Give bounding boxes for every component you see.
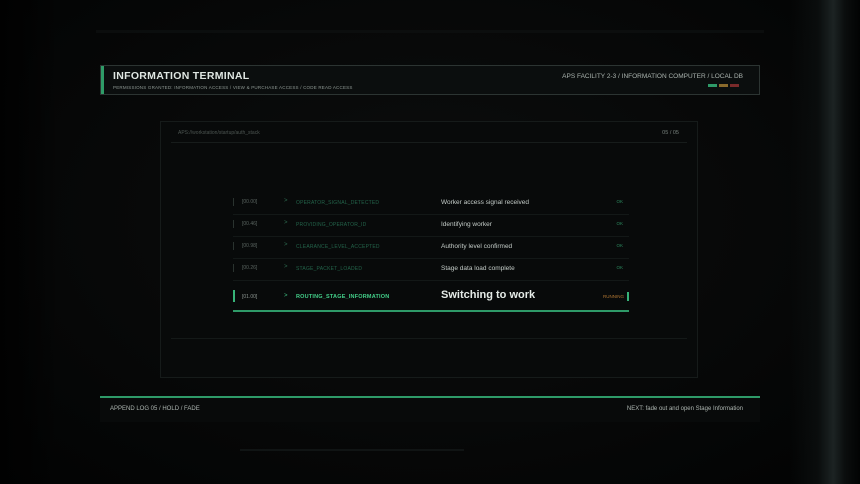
status-indicator-green [708,84,717,87]
log-code: STAGE_PACKET_LOADED [296,266,363,272]
next-action-hint: NEXT: fade out and open Stage Informatio… [626,406,743,412]
chevron-right-icon: > [284,264,288,270]
log-list: [00.00] > OPERATOR_SIGNAL_DETECTED Worke… [233,193,629,312]
log-row: [00.98] > CLEARANCE_LEVEL_ACCEPTED Autho… [233,237,629,259]
running-status: RUNNING [603,294,624,299]
chevron-right-icon: > [284,242,288,248]
bottom-strip [240,449,464,451]
status-indicator-amber [719,84,728,87]
log-description: Worker access signal received [441,199,530,206]
top-strip [96,30,764,33]
row-marker [233,220,234,228]
step-counter: 05 / 05 [662,130,679,136]
terminal-footer: APPEND LOG 05 / HOLD / FADE NEXT: fade o… [100,396,760,422]
chevron-right-icon: > [284,293,288,299]
location-breadcrumb: APS FACILITY 2-3 / INFORMATION COMPUTER … [562,73,743,80]
log-description: Authority level confirmed [441,243,513,250]
log-time: [00.00] [242,199,258,205]
header-accent-bar [101,66,104,94]
panel-header: APS://workstation/startup/auth_stack 05 … [171,122,687,143]
log-description: Stage data load complete [441,265,515,272]
log-state: OK [616,265,623,270]
row-marker [233,198,234,206]
append-log-status: APPEND LOG 05 / HOLD / FADE [110,406,200,412]
chevron-right-icon: > [284,198,288,204]
log-time: [01.00] [242,294,258,300]
active-row-marker [233,290,235,302]
log-time: [00.26] [242,265,258,271]
chevron-right-icon: > [284,220,288,226]
log-state: OK [616,243,623,248]
left-bezel-shadow [0,0,60,484]
log-state: OK [616,221,623,226]
log-time: [00.98] [242,243,258,249]
log-panel: APS://workstation/startup/auth_stack 05 … [160,121,698,378]
log-code: PROVIDING_OPERATOR_ID [296,222,367,228]
permissions-line: PERMISSIONS GRANTED: INFORMATION ACCESS … [113,85,353,90]
row-marker [233,264,234,272]
log-description: Identifying worker [441,221,492,228]
log-code: OPERATOR_SIGNAL_DETECTED [296,200,380,206]
right-bezel [790,0,860,484]
log-row: [00.26] > STAGE_PACKET_LOADED Stage data… [233,259,629,281]
terminal-title: INFORMATION TERMINAL [113,70,250,82]
log-state: OK [616,199,623,204]
active-log-description: Switching to work [441,289,536,301]
panel-path: APS://workstation/startup/auth_stack [178,130,260,136]
terminal-header: INFORMATION TERMINAL PERMISSIONS GRANTED… [100,65,760,95]
status-indicators [708,84,739,87]
status-indicator-red [730,84,739,87]
log-time: [00.46] [242,221,258,227]
log-code: ROUTING_STAGE_INFORMATION [296,294,390,300]
log-row: [00.00] > OPERATOR_SIGNAL_DETECTED Worke… [233,193,629,215]
log-code: CLEARANCE_LEVEL_ACCEPTED [296,244,380,250]
active-log-row: [01.00] > ROUTING_STAGE_INFORMATION Swit… [233,286,629,312]
row-marker [233,242,234,250]
panel-divider [171,338,687,339]
running-indicator-bar [627,292,629,301]
log-row: [00.46] > PROVIDING_OPERATOR_ID Identify… [233,215,629,237]
